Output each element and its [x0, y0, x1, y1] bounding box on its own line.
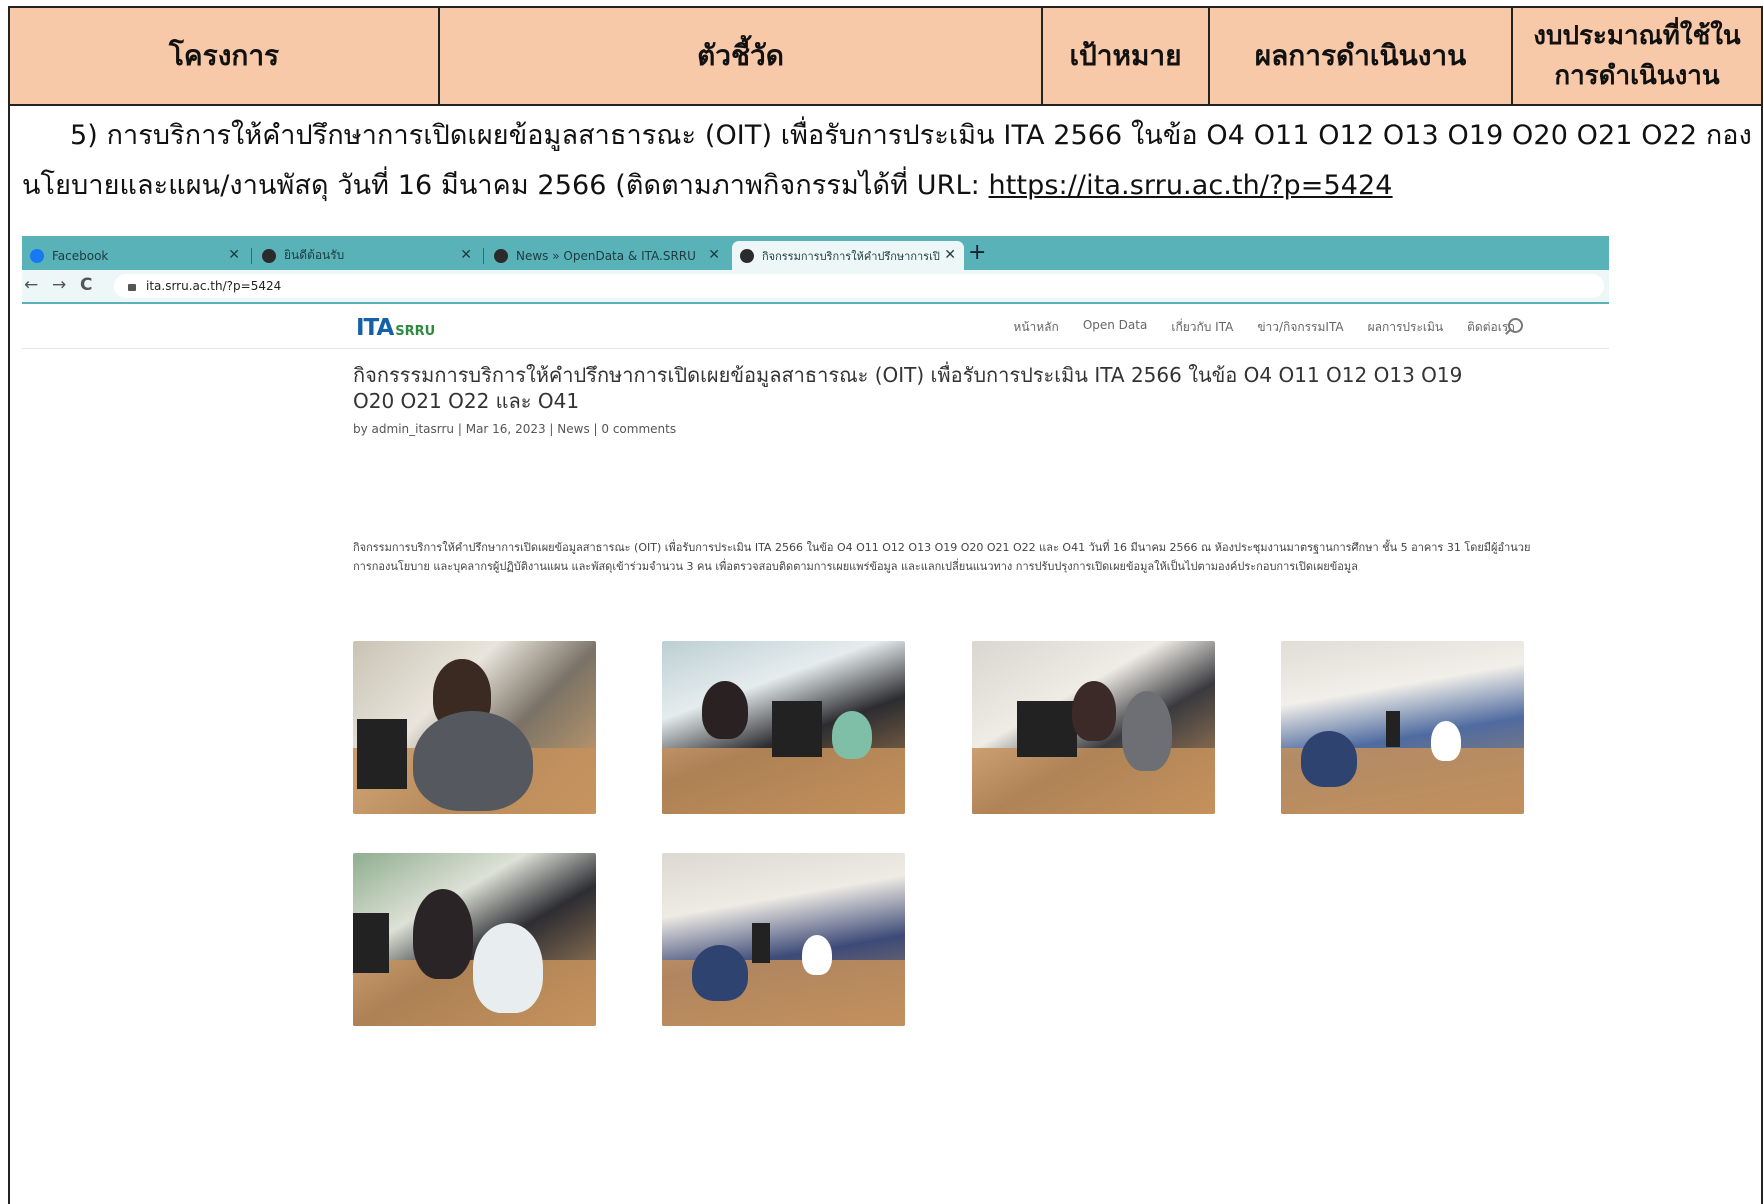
tab-activity-active[interactable]: กิจกรรมการบริการให้คำปรึกษาการเปิ ✕ — [732, 241, 964, 270]
tab-news-opendata[interactable]: News » OpenData & ITA.SRRU ✕ — [486, 241, 728, 270]
facebook-icon — [30, 248, 44, 263]
ita-srru-logo[interactable]: ITA SRRU — [356, 315, 435, 341]
gallery-photo[interactable] — [1281, 641, 1524, 814]
menu-item-about-ita[interactable]: เกี่ยวกับ ITA — [1171, 318, 1233, 337]
gallery-photo[interactable] — [662, 853, 905, 1026]
reload-button[interactable]: C — [80, 275, 92, 295]
gallery-photo[interactable] — [972, 641, 1215, 814]
globe-icon — [494, 248, 508, 263]
close-icon[interactable]: ✕ — [708, 247, 720, 263]
close-icon[interactable]: ✕ — [460, 247, 472, 263]
close-icon[interactable]: ✕ — [944, 247, 956, 263]
activity-link[interactable]: https://ita.srru.ac.th/?p=5424 — [989, 170, 1393, 201]
tab-label: กิจกรรมการบริการให้คำปรึกษาการเปิ — [762, 249, 940, 263]
tab-welcome[interactable]: ยินดีต้อนรับ ✕ — [254, 241, 480, 270]
menu-item-home[interactable]: หน้าหลัก — [1013, 318, 1058, 337]
paragraph-text: 5) การบริการให้คำปรึกษาการเปิดเผยข้อมูลส… — [22, 120, 1752, 201]
post-meta: by admin_itasrru | Mar 16, 2023 | News |… — [353, 422, 677, 436]
search-icon[interactable] — [1508, 318, 1523, 333]
tab-facebook[interactable]: Facebook ✕ — [22, 241, 248, 270]
header-budget: งบประมาณที่ใช้ในการดำเนินงาน — [1513, 8, 1761, 104]
header-target: เป้าหมาย — [1043, 8, 1210, 104]
forward-button[interactable]: → — [52, 275, 66, 295]
site-menu: หน้าหลัก Open Data เกี่ยวกับ ITA ข่าว/กิ… — [1013, 318, 1515, 337]
address-bar: ← → C ita.srru.ac.th/?p=5424 — [22, 270, 1609, 304]
header-project: โครงการ — [10, 8, 440, 104]
tab-label: Facebook — [52, 248, 109, 263]
new-tab-button[interactable]: + — [968, 240, 986, 265]
gallery-photo[interactable] — [353, 641, 596, 814]
close-icon[interactable]: ✕ — [228, 247, 240, 263]
result-paragraph: 5) การบริการให้คำปรึกษาการเปิดเผยข้อมูลส… — [22, 111, 1752, 211]
browser-tab-bar: Facebook ✕ ยินดีต้อนรับ ✕ News » OpenDat… — [22, 236, 1609, 270]
globe-icon — [740, 248, 754, 263]
site-header: ITA SRRU หน้าหลัก Open Data เกี่ยวกับ ITA… — [22, 304, 1609, 349]
browser-screenshot: Facebook ✕ ยินดีต้อนรับ ✕ News » OpenDat… — [22, 236, 1609, 1196]
header-indicator: ตัวชี้วัด — [440, 8, 1043, 104]
gallery-photo[interactable] — [662, 641, 905, 814]
gallery-photo[interactable] — [353, 853, 596, 1026]
post-body: กิจกรรมการบริการให้คำปรึกษาการเปิดเผยข้อ… — [353, 541, 1531, 573]
post-title: กิจกรรรมการบริการให้คำปรึกษาการเปิดเผยข้… — [353, 363, 1463, 413]
header-result: ผลการดำเนินงาน — [1210, 8, 1513, 104]
lock-icon — [128, 283, 136, 291]
tab-label: News » OpenData & ITA.SRRU — [516, 248, 696, 263]
menu-item-open-data[interactable]: Open Data — [1083, 318, 1148, 337]
menu-item-results[interactable]: ผลการประเมิน — [1368, 318, 1444, 337]
back-button[interactable]: ← — [24, 275, 38, 295]
url-input[interactable]: ita.srru.ac.th/?p=5424 — [114, 274, 1604, 298]
globe-icon — [262, 248, 276, 263]
menu-item-news[interactable]: ข่าว/กิจกรรมITA — [1257, 318, 1343, 337]
url-text: ita.srru.ac.th/?p=5424 — [146, 279, 282, 293]
tab-label: ยินดีต้อนรับ — [284, 248, 345, 262]
table-header-row: โครงการ ตัวชี้วัด เป้าหมาย ผลการดำเนินงา… — [8, 6, 1763, 106]
